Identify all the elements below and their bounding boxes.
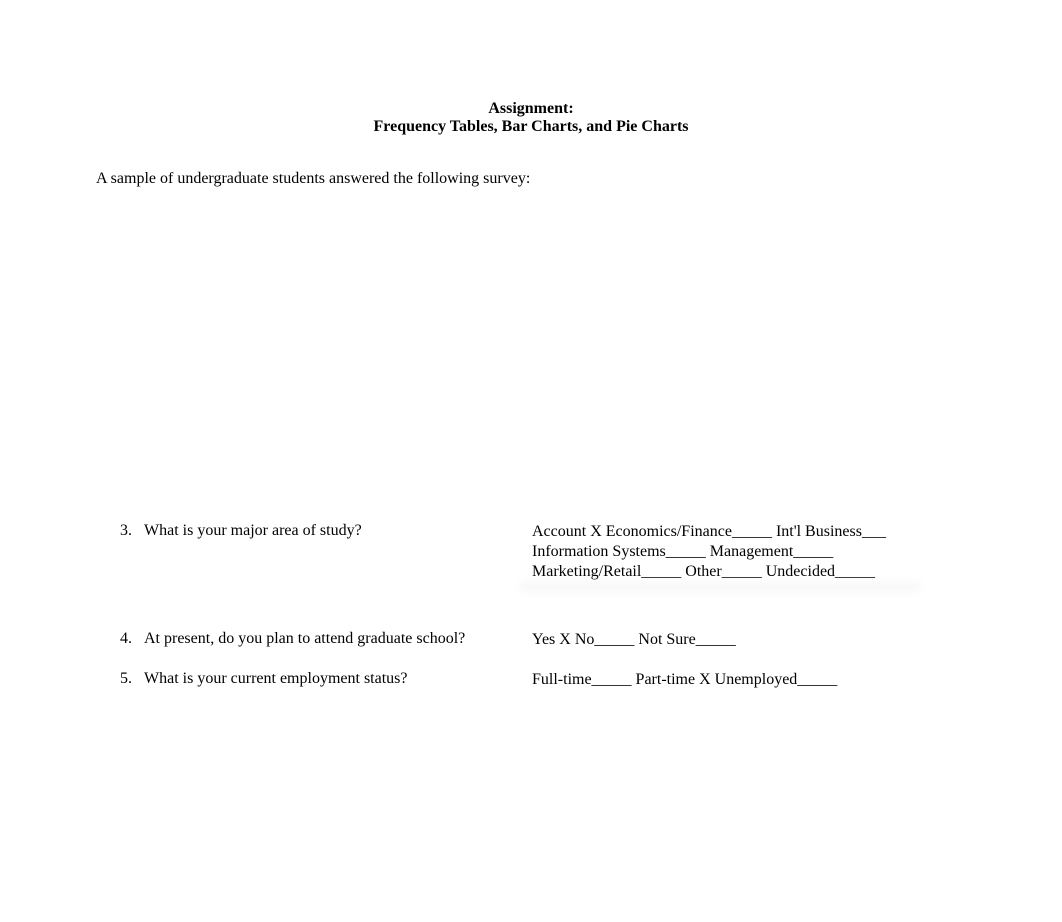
assignment-title-line2: Frequency Tables, Bar Charts, and Pie Ch… (0, 118, 1062, 136)
question-4-row: 4. At present, do you plan to attend gra… (120, 630, 1062, 650)
question-5-row: 5. What is your current employment statu… (120, 670, 1062, 690)
question-5-answer: Full-time_____ Part-time X Unemployed___… (532, 670, 1062, 690)
assignment-header: Assignment: Frequency Tables, Bar Charts… (0, 100, 1062, 136)
question-4-answer: Yes X No_____ Not Sure_____ (532, 630, 1062, 650)
question-3-answer: Account X Economics/Finance_____ Int'l B… (532, 522, 1062, 582)
questions-section: 3. What is your major area of study? Acc… (120, 522, 1062, 690)
question-5-text: What is your current employment status? (144, 670, 532, 688)
question-3-row: 3. What is your major area of study? Acc… (120, 522, 1062, 582)
question-4-number: 4. (120, 630, 144, 648)
question-3-text: What is your major area of study? (144, 522, 532, 540)
intro-text: A sample of undergraduate students answe… (96, 170, 1062, 188)
question-3-number: 3. (120, 522, 144, 540)
assignment-title-line1: Assignment: (0, 100, 1062, 118)
question-4-text: At present, do you plan to attend gradua… (144, 630, 532, 648)
question-5-number: 5. (120, 670, 144, 688)
